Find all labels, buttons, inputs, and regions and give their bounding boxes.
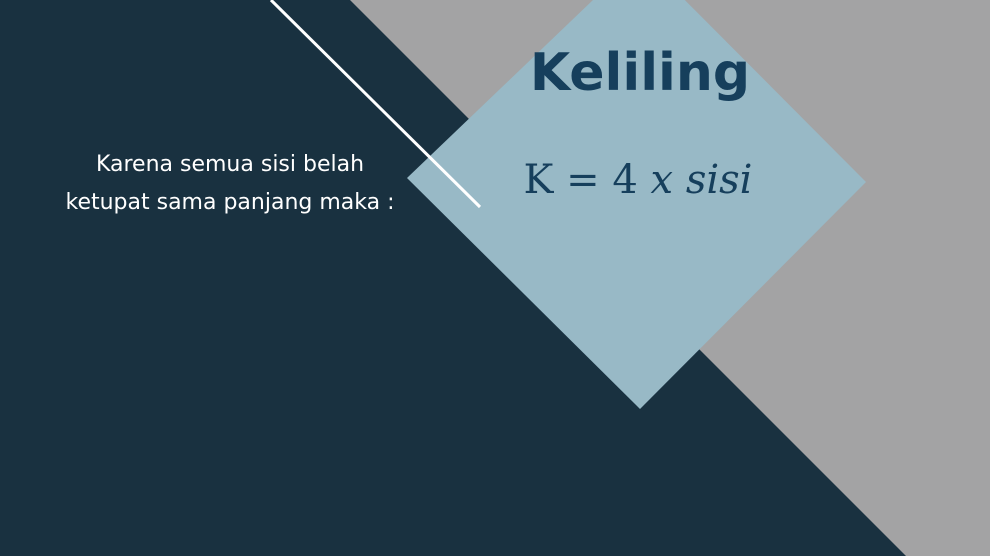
- body-text: Karena semua sisi belah ketupat sama pan…: [65, 152, 395, 215]
- formula-lhs: K: [523, 157, 554, 203]
- perimeter-formula: K = 4 x sisi: [478, 152, 798, 208]
- formula-equals: =: [566, 157, 600, 203]
- formula-variable: sisi: [685, 157, 753, 203]
- formula-times: x: [650, 157, 674, 203]
- formula-number: 4: [612, 157, 638, 203]
- slide: Karena semua sisi belah ketupat sama pan…: [0, 0, 990, 556]
- slide-title: Keliling: [529, 43, 751, 103]
